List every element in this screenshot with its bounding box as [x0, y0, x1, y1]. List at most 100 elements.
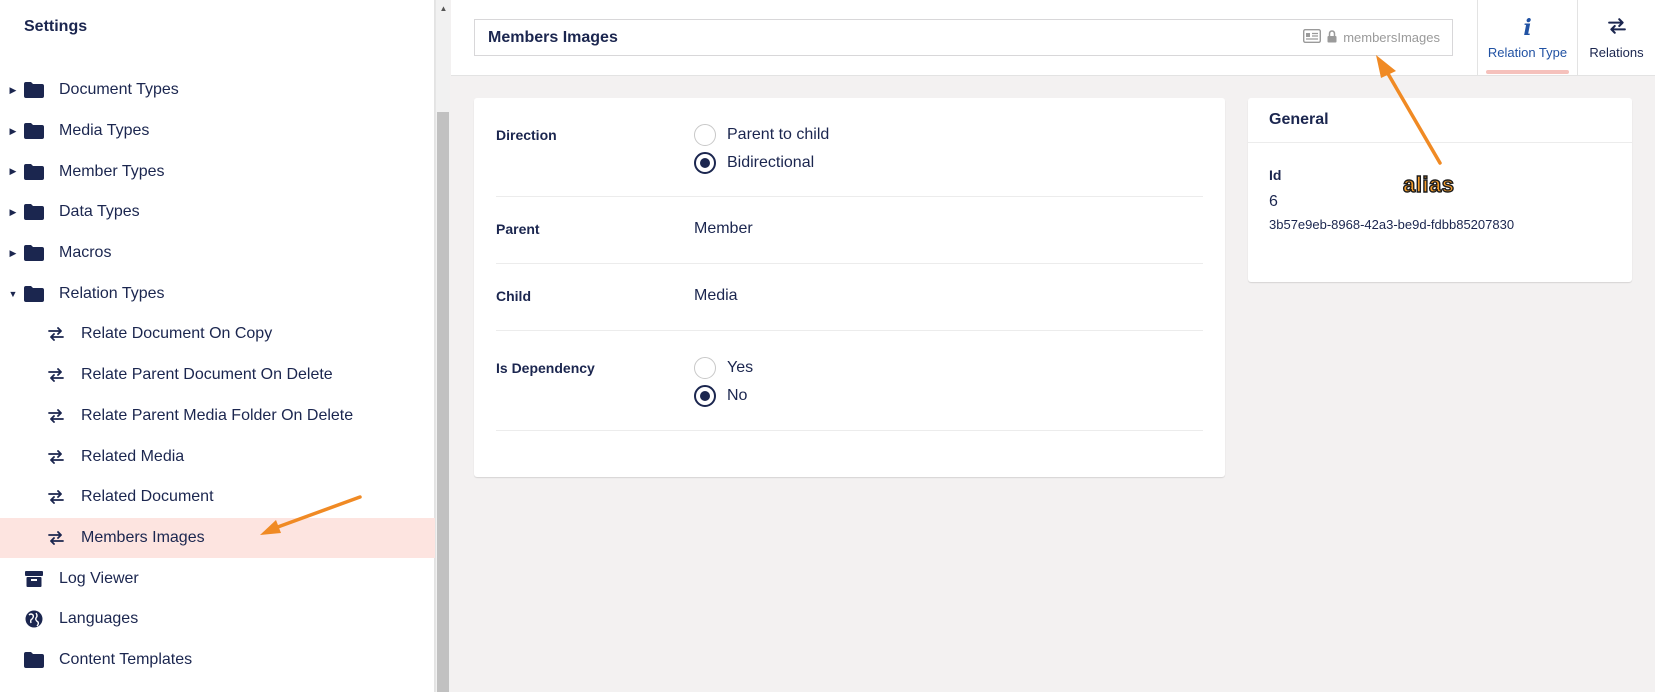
id-label: Id	[1269, 167, 1282, 183]
tree-item-relate-document-on-copy[interactable]: Relate Document On Copy	[0, 314, 435, 355]
tree-item-members-images[interactable]: Members Images	[0, 517, 435, 559]
tree-item-media-types[interactable]: ▶ Media Types	[0, 111, 435, 152]
is-dependency-row: Is Dependency Yes No	[496, 331, 1203, 431]
name-input[interactable]	[488, 20, 1188, 55]
folder-icon	[24, 163, 44, 181]
folder-icon	[24, 122, 44, 140]
name-field-container: members Images	[474, 19, 1453, 56]
radio-yes[interactable]: Yes	[694, 357, 753, 379]
tab-relations[interactable]: Relations	[1577, 0, 1655, 76]
parent-row: Parent Member	[496, 197, 1203, 264]
radio-label: Bidirectional	[727, 154, 815, 171]
settings-tree: ▶ Document Types ▶ Media Types ▶ Member …	[0, 70, 435, 680]
tab-relation-type[interactable]: i Relation Type	[1477, 0, 1577, 76]
is-dependency-label: Is Dependency	[496, 360, 595, 376]
editor-header: membersImages i Relation Type Relations	[451, 0, 1655, 76]
tree-item-member-types[interactable]: ▶ Member Types	[0, 151, 435, 192]
globe-icon	[24, 610, 44, 628]
tree-item-label: Log Viewer	[59, 569, 139, 587]
alias-callout: alias	[1402, 171, 1455, 197]
lock-icon[interactable]	[1327, 29, 1337, 46]
arrows-swap-icon	[46, 448, 66, 466]
tree-item-label: Related Media	[81, 447, 185, 465]
child-value: Media	[694, 287, 738, 304]
tree-item-relation-types[interactable]: ▼ Relation Types	[0, 273, 435, 314]
folder-icon	[24, 244, 44, 262]
radio-parent-to-child[interactable]: Parent to child	[694, 124, 829, 146]
tree-item-label: Relation Types	[59, 284, 165, 302]
caret-right-icon[interactable]: ▶	[8, 248, 18, 259]
tree-item-related-media[interactable]: Related Media	[0, 436, 435, 477]
direction-label: Direction	[496, 127, 557, 143]
folder-icon	[24, 285, 44, 303]
tree-item-document-types[interactable]: ▶ Document Types	[0, 70, 435, 111]
radio-no[interactable]: No	[694, 385, 747, 407]
tree-item-label: Macros	[59, 244, 112, 262]
arrows-swap-icon	[46, 325, 66, 343]
id-card-icon	[1303, 28, 1322, 46]
radio-label: Parent to child	[727, 126, 830, 143]
guid-value: 3b57e9eb-8968-42a3-be9d-fdbb85207830	[1269, 217, 1515, 232]
child-label: Child	[496, 288, 531, 304]
tree-item-label: Member Types	[59, 162, 165, 180]
sidebar: Settings ▶ Document Types ▶ Media Types …	[0, 0, 435, 692]
folder-icon	[24, 81, 44, 99]
radio-circle[interactable]	[694, 385, 716, 407]
folder-icon	[24, 651, 44, 669]
child-row: Child Media	[496, 264, 1203, 331]
tree-item-relate-parent-document-on-delete[interactable]: Relate Parent Document On Delete	[0, 355, 435, 396]
radio-circle[interactable]	[694, 152, 716, 174]
general-title: General	[1269, 111, 1329, 128]
relation-type-properties-panel: Direction Parent to child Bidirectional …	[474, 98, 1225, 477]
scroll-thumb[interactable]	[437, 112, 449, 692]
alias-area: membersImages	[1303, 20, 1440, 55]
active-tab-indicator	[1486, 70, 1569, 74]
tree-item-related-document[interactable]: Related Document	[0, 477, 435, 518]
caret-right-icon[interactable]: ▶	[8, 166, 18, 177]
alias-text: membersImages	[1343, 30, 1440, 45]
parent-label: Parent	[496, 221, 540, 237]
tree-item-label: Members Images	[81, 528, 205, 546]
arrows-swap-icon	[46, 407, 66, 425]
arrows-swap-icon	[46, 366, 66, 384]
radio-label: Yes	[727, 359, 754, 376]
tab-label: Relations	[1589, 44, 1644, 60]
tree-item-macros[interactable]: ▶ Macros	[0, 233, 435, 274]
radio-circle[interactable]	[694, 124, 716, 146]
caret-down-icon[interactable]: ▼	[8, 289, 18, 299]
parent-value: Member	[694, 220, 753, 237]
tree-item-label: Data Types	[59, 203, 140, 221]
tree-item-languages[interactable]: Languages	[0, 599, 435, 640]
arrows-swap-icon	[46, 529, 66, 547]
caret-right-icon[interactable]: ▶	[8, 85, 18, 96]
arrows-swap-icon	[46, 488, 66, 506]
tab-label: Relation Type	[1487, 44, 1568, 60]
archive-box-icon	[24, 570, 44, 588]
tree-item-label: Media Types	[59, 122, 150, 140]
tree-item-label: Relate Document On Copy	[81, 325, 273, 343]
radio-circle[interactable]	[694, 357, 716, 379]
caret-right-icon[interactable]: ▶	[8, 126, 18, 137]
tree-item-label: Content Templates	[59, 650, 193, 668]
folder-icon	[24, 203, 44, 221]
tree-item-content-templates[interactable]: Content Templates	[0, 640, 435, 681]
id-value: 6	[1269, 193, 1278, 210]
caret-right-icon[interactable]: ▶	[8, 207, 18, 218]
sidebar-title: Settings	[24, 18, 88, 35]
tree-item-label: Relate Parent Document On Delete	[81, 366, 333, 384]
scroll-up-arrow-icon[interactable]: ▲	[436, 0, 451, 16]
general-panel-header: General	[1248, 98, 1632, 143]
tree-item-log-viewer[interactable]: Log Viewer	[0, 558, 435, 599]
radio-bidirectional[interactable]: Bidirectional	[694, 152, 814, 174]
tree-item-label: Related Document	[81, 488, 214, 506]
arrows-swap-icon	[1607, 17, 1626, 39]
sidebar-scrollbar[interactable]: ▲	[435, 0, 450, 692]
tree-item-label: Languages	[59, 610, 139, 628]
tree-item-label: Document Types	[59, 81, 179, 99]
radio-label: No	[727, 387, 748, 404]
tree-item-label: Relate Parent Media Folder On Delete	[81, 406, 354, 424]
tree-item-data-types[interactable]: ▶ Data Types	[0, 192, 435, 233]
direction-row: Direction Parent to child Bidirectional	[496, 98, 1203, 197]
tree-item-relate-parent-media-folder-on-delete[interactable]: Relate Parent Media Folder On Delete	[0, 396, 435, 437]
info-icon: i	[1523, 14, 1532, 41]
